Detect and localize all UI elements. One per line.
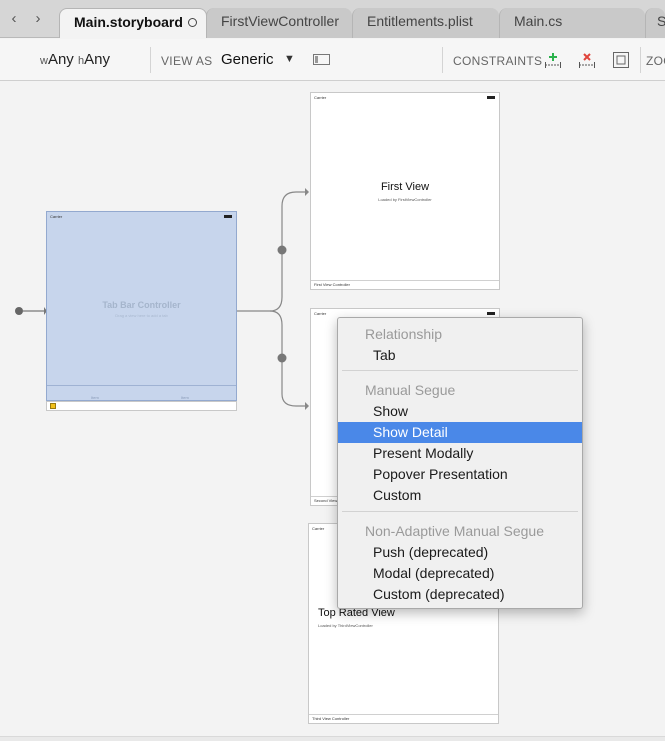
tab-label: S xyxy=(657,13,665,29)
menu-item-modal-deprecated[interactable]: Modal (deprecated) xyxy=(338,563,582,584)
chevron-left-icon[interactable]: ‹ xyxy=(6,10,22,28)
menu-item-show-detail[interactable]: Show Detail xyxy=(338,422,582,443)
tab-bar: Item Item xyxy=(47,385,236,400)
first-view-scene[interactable]: Carrier First View Loaded by FirstViewCo… xyxy=(310,92,500,290)
view-as-dropdown[interactable]: Generic xyxy=(221,51,274,68)
segue-context-menu: Relationship Tab Manual Segue Show Show … xyxy=(337,317,583,609)
menu-item-custom[interactable]: Custom xyxy=(338,485,582,506)
battery-icon xyxy=(224,215,232,218)
tab-label: FirstViewController xyxy=(221,13,339,29)
status-carrier: Carrier xyxy=(314,311,327,316)
scene-subtitle: Loaded by FirstViewController xyxy=(378,197,432,202)
scene-title: First View xyxy=(380,181,430,193)
menu-item-popover-presentation[interactable]: Popover Presentation xyxy=(338,464,582,485)
horizontal-scrollbar[interactable] xyxy=(0,736,665,741)
size-class-selector[interactable]: wAny hAny xyxy=(40,51,110,68)
width-prefix: w xyxy=(40,55,48,67)
tab-label: Entitlements.plist xyxy=(367,13,473,29)
scene-dock xyxy=(46,401,237,411)
battery-icon xyxy=(487,96,495,99)
scene-footer: First View Controller xyxy=(311,280,499,289)
segue-relationship-icon xyxy=(277,353,287,363)
zoom-label: ZOO xyxy=(646,54,665,68)
tab-overflow[interactable]: S xyxy=(645,8,665,38)
tab-main-storyboard[interactable]: Main.storyboard xyxy=(59,8,207,38)
editor-tab-bar: ‹ › Main.storyboard FirstViewController … xyxy=(0,0,665,38)
view-as-label: VIEW AS xyxy=(161,54,213,68)
tab-label: Main.cs xyxy=(514,13,563,29)
scene-subtitle: Drag a view here to add a tab xyxy=(115,313,168,318)
status-carrier: Carrier xyxy=(312,526,325,531)
toolbar-divider xyxy=(640,47,641,73)
tab-bar-controller-scene[interactable]: Carrier Tab Bar Controller Drag a view h… xyxy=(46,211,237,401)
view-controller-icon[interactable] xyxy=(50,403,56,409)
menu-section-header: Manual Segue xyxy=(365,382,456,398)
menu-item-push-deprecated[interactable]: Push (deprecated) xyxy=(338,542,582,563)
entry-point-icon xyxy=(15,307,23,315)
tab-bar-item: Item xyxy=(91,395,99,400)
remove-constraint-icon[interactable] xyxy=(578,51,596,69)
scene-subtitle: Loaded by ThirdViewController xyxy=(318,623,373,628)
chevron-down-icon[interactable]: ▼ xyxy=(284,53,295,65)
tab-main-cs[interactable]: Main.cs xyxy=(499,8,645,38)
width-class: Any xyxy=(47,51,74,68)
menu-section-header: Relationship xyxy=(365,326,443,342)
scene-title: Tab Bar Controller xyxy=(102,300,181,310)
chevron-right-icon[interactable]: › xyxy=(30,10,46,28)
constraints-label: CONSTRAINTS xyxy=(453,54,543,68)
segue-relationship-icon xyxy=(277,245,287,255)
device-frame-icon[interactable] xyxy=(313,54,330,65)
menu-separator xyxy=(342,511,578,512)
tab-bar-item: Item xyxy=(181,395,189,400)
add-constraint-icon[interactable] xyxy=(544,51,562,69)
toolbar-divider xyxy=(150,47,151,73)
menu-item-tab[interactable]: Tab xyxy=(338,345,582,366)
unsaved-dot-icon xyxy=(188,18,197,27)
tab-label: Main.storyboard xyxy=(74,14,183,30)
storyboard-toolbar: wAny hAny VIEW AS Generic ▼ CONSTRAINTS … xyxy=(0,39,665,81)
menu-item-custom-deprecated[interactable]: Custom (deprecated) xyxy=(338,584,582,605)
tab-firstviewcontroller[interactable]: FirstViewController xyxy=(206,8,352,38)
menu-separator xyxy=(342,370,578,371)
status-carrier: Carrier xyxy=(50,214,63,219)
battery-icon xyxy=(487,312,495,315)
height-class: Any xyxy=(84,51,110,68)
status-carrier: Carrier xyxy=(314,95,327,100)
menu-item-present-modally[interactable]: Present Modally xyxy=(338,443,582,464)
toolbar-divider xyxy=(442,47,443,73)
menu-section-header: Non-Adaptive Manual Segue xyxy=(365,523,545,539)
scene-footer: Third View Controller xyxy=(309,714,498,723)
tab-entitlements-plist[interactable]: Entitlements.plist xyxy=(352,8,499,38)
menu-item-show[interactable]: Show xyxy=(338,401,582,422)
resolve-constraints-icon[interactable] xyxy=(613,52,629,68)
